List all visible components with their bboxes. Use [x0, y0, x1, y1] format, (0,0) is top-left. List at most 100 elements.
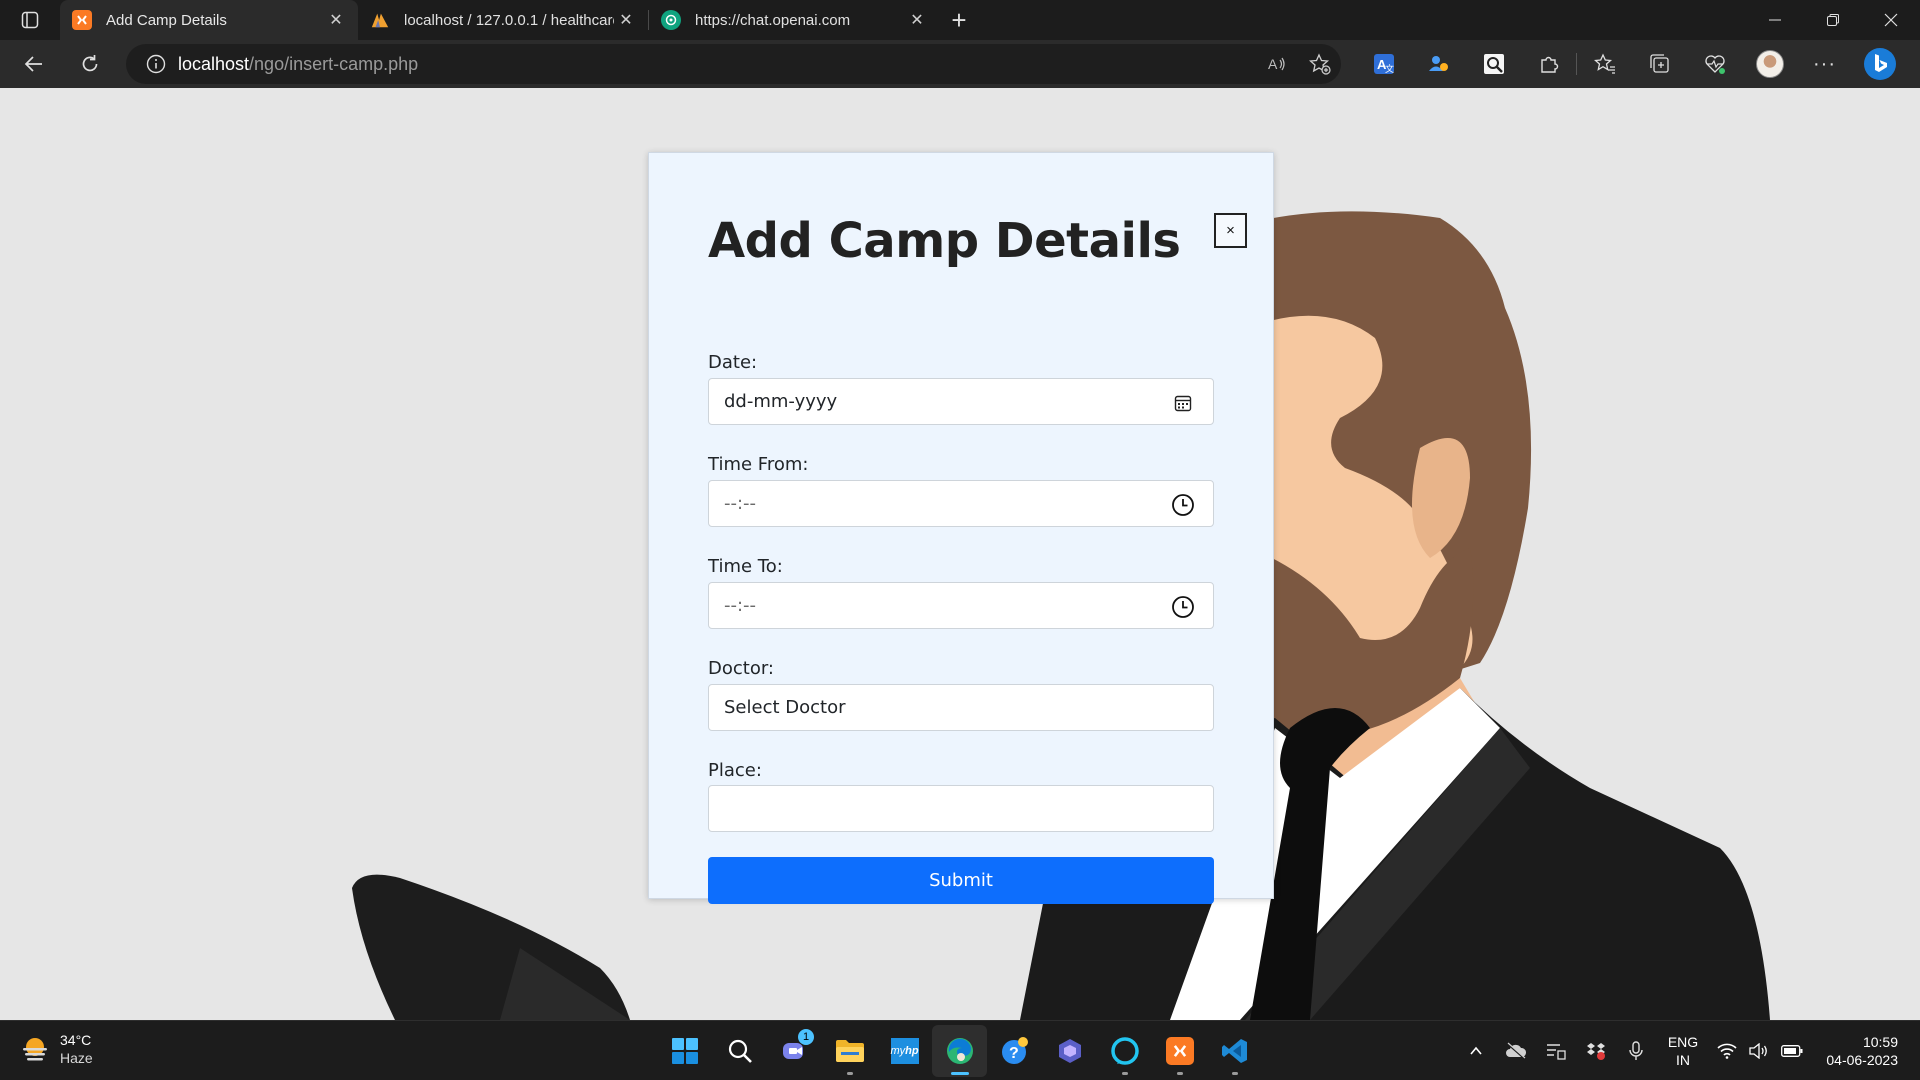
tab-phpmyadmin[interactable]: localhost / 127.0.0.1 / healthcare ✕	[358, 0, 648, 40]
site-info-icon[interactable]	[146, 54, 166, 74]
add-favorite-icon[interactable]	[1309, 53, 1331, 75]
restore-button[interactable]	[1804, 0, 1862, 40]
svg-text:文: 文	[1385, 63, 1394, 74]
plus-icon: +	[951, 4, 967, 35]
start-button[interactable]	[657, 1025, 712, 1077]
onedrive-button[interactable]	[1496, 1021, 1536, 1080]
date-label: Date:	[708, 352, 758, 373]
submit-button[interactable]: Submit	[708, 857, 1214, 904]
avatar	[1755, 50, 1784, 78]
taskbar: 34°C Haze 1 my hp ? ENG IN 10:59 04-06-2…	[0, 1020, 1920, 1080]
time-from-value: --:--	[724, 493, 757, 514]
dropbox-button[interactable]	[1576, 1021, 1616, 1080]
collections-button[interactable]	[1632, 44, 1687, 84]
read-aloud-icon[interactable]: A	[1267, 54, 1287, 74]
clock-time: 10:59	[1862, 1034, 1898, 1050]
svg-text:?: ?	[1009, 1045, 1019, 1062]
xampp-button[interactable]	[1152, 1025, 1207, 1077]
myhp-icon: my hp	[890, 1038, 919, 1064]
search-icon	[728, 1039, 752, 1063]
copilot-button[interactable]	[1852, 44, 1907, 84]
alexa-button[interactable]	[1097, 1025, 1152, 1077]
clock-icon[interactable]	[1171, 493, 1195, 517]
translate-icon: A文	[1373, 54, 1394, 74]
settings-more-button[interactable]: ···	[1797, 44, 1852, 84]
xampp-icon	[72, 10, 92, 30]
time-from-label: Time From:	[708, 454, 809, 475]
place-input[interactable]	[708, 785, 1214, 832]
volume-status[interactable]	[1744, 1021, 1774, 1080]
cloud-offline-icon	[1506, 1042, 1527, 1060]
tab-add-camp-details[interactable]: Add Camp Details ✕	[60, 0, 358, 40]
tab-title: localhost / 127.0.0.1 / healthcare	[404, 11, 614, 29]
more-icon: ···	[1813, 52, 1836, 75]
help-button[interactable]: ?	[987, 1025, 1042, 1077]
collections-icon	[1649, 54, 1669, 73]
wifi-status[interactable]	[1710, 1021, 1744, 1080]
folder-icon	[835, 1040, 864, 1062]
people-extension[interactable]	[1411, 44, 1466, 84]
profile-button[interactable]	[1742, 44, 1797, 84]
help-icon: ?	[1001, 1037, 1028, 1064]
myhp-button[interactable]: my hp	[877, 1025, 932, 1077]
battery-icon	[1781, 1045, 1803, 1057]
close-button[interactable]: ×	[1214, 213, 1247, 248]
openai-icon	[661, 10, 681, 30]
calendar-icon[interactable]	[1171, 391, 1195, 415]
system-tray: ENG IN 10:59 04-06-2023	[1456, 1021, 1920, 1080]
time-to-label: Time To:	[708, 556, 783, 577]
time-to-input[interactable]: --:--	[708, 582, 1214, 629]
list-icon	[1547, 1044, 1566, 1060]
people-icon	[1428, 56, 1448, 71]
back-button[interactable]	[14, 44, 54, 84]
edge-button[interactable]	[932, 1025, 987, 1077]
language-indicator[interactable]: ENG IN	[1656, 1033, 1710, 1069]
search-button[interactable]	[712, 1025, 767, 1077]
doctor-select[interactable]: Select Doctor	[708, 684, 1214, 731]
browser-essentials-button[interactable]	[1687, 44, 1742, 84]
doctor-label: Doctor:	[708, 658, 774, 679]
search-extension[interactable]	[1466, 44, 1521, 84]
extensions-button[interactable]	[1521, 44, 1576, 84]
copilot-icon	[1058, 1039, 1081, 1063]
puzzle-icon	[1540, 56, 1558, 73]
tab-title: Add Camp Details	[106, 11, 227, 29]
address-bar[interactable]: localhost/ngo/insert-camp.php A	[126, 44, 1341, 84]
tab-chat-openai[interactable]: https://chat.openai.com ✕	[649, 0, 939, 40]
heart-pulse-icon	[1704, 55, 1725, 74]
copilot-taskbar-button[interactable]	[1042, 1025, 1097, 1077]
new-tab-button[interactable]: +	[939, 0, 979, 40]
tab-title: https://chat.openai.com	[695, 11, 851, 29]
page-title: Add Camp Details	[708, 213, 1181, 269]
close-tab-icon[interactable]: ✕	[614, 8, 638, 32]
chevron-up-icon	[1470, 1046, 1482, 1055]
weather-widget[interactable]: 34°C Haze	[20, 1031, 93, 1067]
alexa-icon	[1110, 1037, 1139, 1065]
favorites-button[interactable]	[1577, 44, 1632, 84]
clock-icon[interactable]	[1171, 595, 1195, 619]
clock-date: 04-06-2023	[1826, 1052, 1898, 1068]
refresh-button[interactable]	[70, 44, 110, 84]
vscode-button[interactable]	[1207, 1025, 1262, 1077]
tab-actions-button[interactable]	[0, 0, 60, 40]
close-tab-icon[interactable]: ✕	[324, 8, 348, 32]
file-explorer-button[interactable]	[822, 1025, 877, 1077]
chat-button[interactable]: 1	[767, 1025, 822, 1077]
refresh-icon	[82, 55, 98, 72]
date-input[interactable]: dd-mm-yyyy	[708, 378, 1214, 425]
focus-sessions-button[interactable]	[1536, 1021, 1576, 1080]
doctor-selected-value: Select Doctor	[724, 697, 846, 718]
close-tab-icon[interactable]: ✕	[905, 8, 929, 32]
minimize-button[interactable]	[1746, 0, 1804, 40]
close-window-button[interactable]	[1862, 0, 1920, 40]
translator-extension[interactable]: A文	[1356, 44, 1411, 84]
show-hidden-icons-button[interactable]	[1456, 1021, 1496, 1080]
favorites-icon	[1593, 53, 1615, 74]
minimize-icon	[1769, 19, 1781, 21]
battery-status[interactable]	[1774, 1021, 1810, 1080]
dropbox-icon	[1587, 1043, 1605, 1060]
clock[interactable]: 10:59 04-06-2023	[1810, 1033, 1920, 1069]
time-from-input[interactable]: --:--	[708, 480, 1214, 527]
microphone-button[interactable]	[1616, 1021, 1656, 1080]
phpmyadmin-icon	[370, 10, 390, 30]
